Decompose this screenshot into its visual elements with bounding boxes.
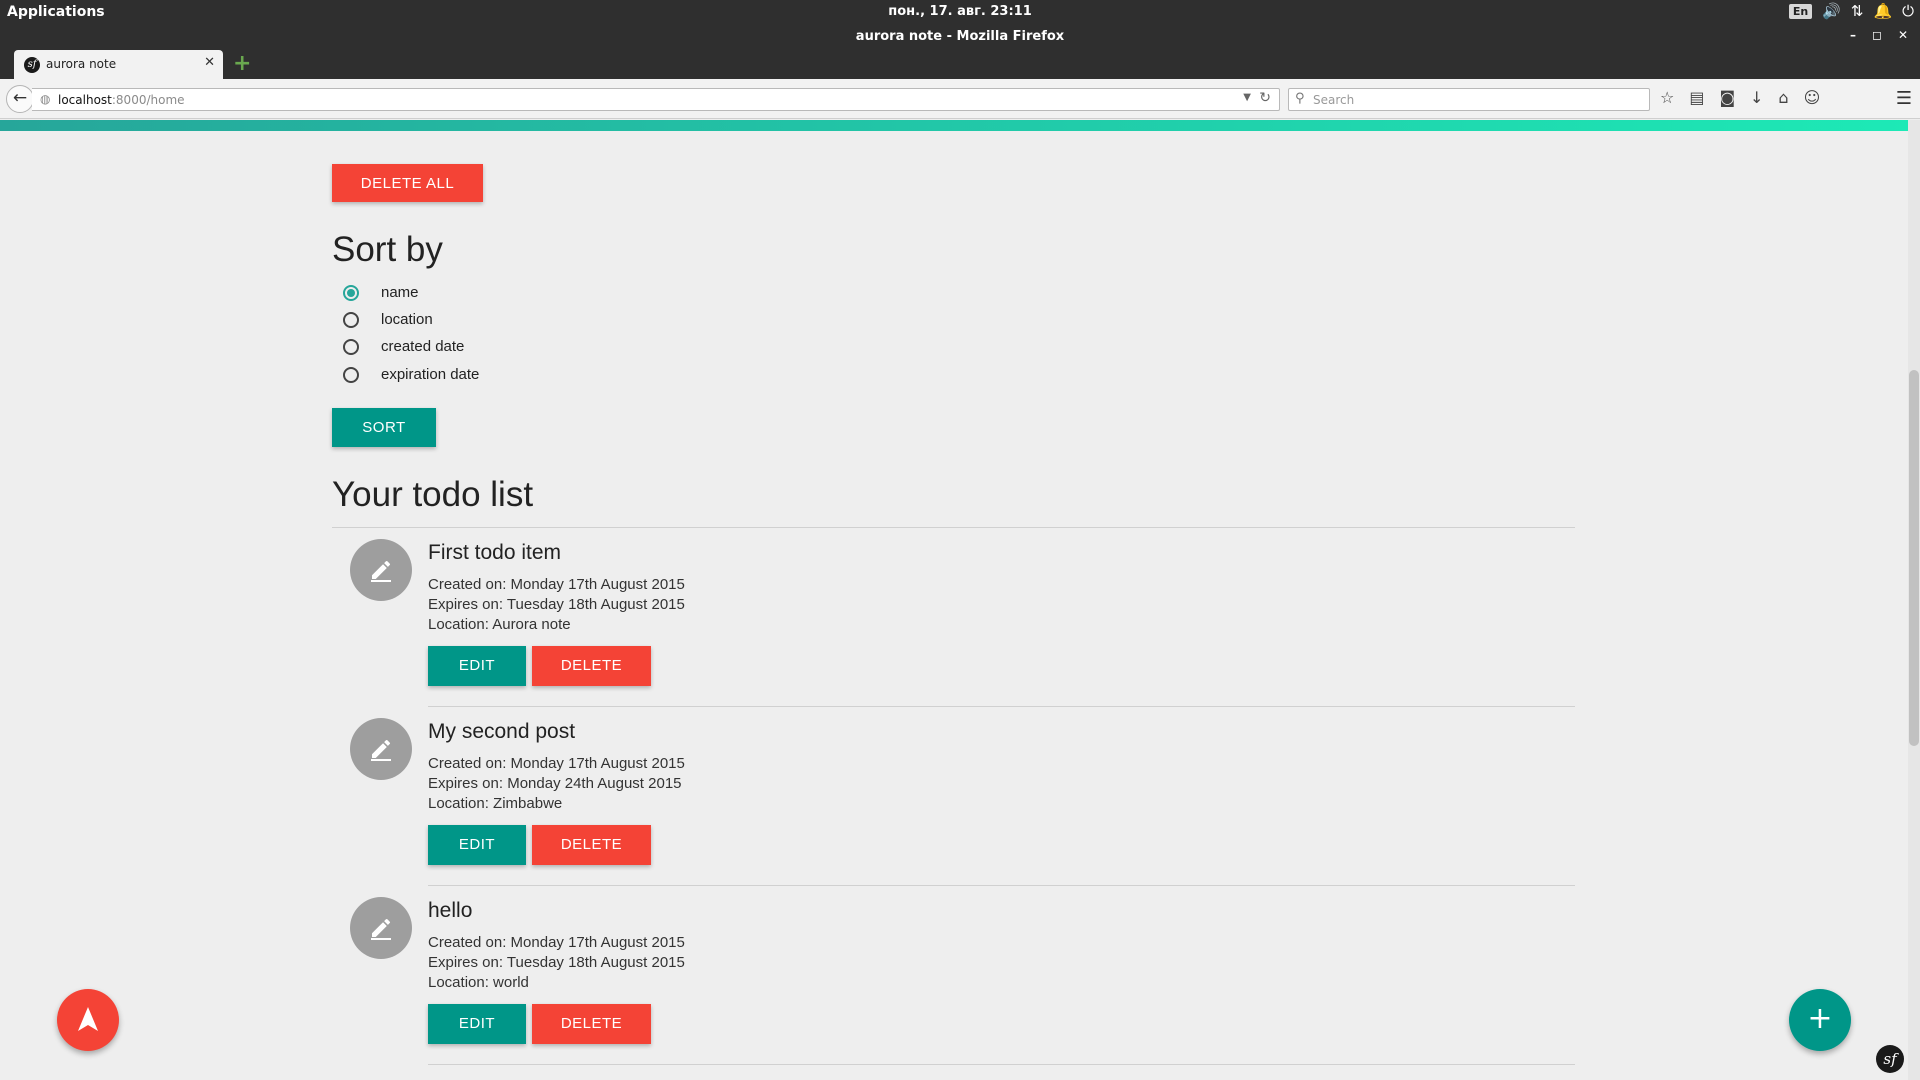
- navigation-toolbar: ← ◍ localhost:8000/home ▼ ↻ ⚲ Search ☆ ▤…: [0, 79, 1920, 119]
- todo-item: My second post Created on: Monday 17th A…: [332, 718, 1575, 898]
- divider: [332, 527, 1575, 528]
- network-icon[interactable]: ⇅: [1851, 2, 1864, 20]
- symfony-favicon-icon: sf: [24, 57, 40, 73]
- sort-option-label: created date: [381, 338, 465, 355]
- downloads-icon[interactable]: ↓: [1750, 88, 1763, 107]
- pencil-icon: [371, 739, 391, 761]
- bookmarks-menu-icon[interactable]: ▤: [1689, 88, 1704, 107]
- search-box[interactable]: ⚲ Search: [1288, 88, 1650, 111]
- todo-item: First todo item Created on: Monday 17th …: [332, 539, 1575, 719]
- home-icon[interactable]: ⌂: [1778, 88, 1788, 107]
- maximize-icon[interactable]: ◻: [1872, 28, 1882, 42]
- divider: [428, 706, 1575, 707]
- tab-close-icon[interactable]: ✕: [204, 55, 215, 70]
- system-clock[interactable]: пон., 17. авг. 23:11: [0, 4, 1920, 19]
- todo-expires: Expires on: Monday 24th August 2015: [428, 775, 682, 792]
- edit-button[interactable]: EDIT: [428, 646, 526, 686]
- todo-title: hello: [428, 899, 473, 922]
- page-top-accent-bar: [0, 120, 1908, 131]
- window-title: aurora note - Mozilla Firefox: [855, 29, 1065, 44]
- search-placeholder: Search: [1313, 93, 1355, 107]
- radio-unchecked-icon[interactable]: [343, 312, 359, 328]
- tab-title: aurora note: [46, 57, 117, 71]
- radio-unchecked-icon[interactable]: [343, 367, 359, 383]
- pencil-avatar-icon: [350, 718, 412, 780]
- divider: [428, 1064, 1575, 1065]
- pencil-icon: [371, 918, 391, 940]
- reload-icon[interactable]: ↻: [1259, 90, 1271, 106]
- todo-created: Created on: Monday 17th August 2015: [428, 755, 685, 772]
- sort-button[interactable]: SORT: [332, 408, 436, 447]
- pencil-avatar-icon: [350, 539, 412, 601]
- add-todo-button[interactable]: +: [1789, 989, 1851, 1051]
- sort-option-label: name: [381, 284, 419, 301]
- window-controls: – ◻ ✕: [1850, 28, 1908, 42]
- toolbar-icons: ☆ ▤ ◙ ↓ ⌂ ☺: [1660, 88, 1820, 107]
- keyboard-layout-indicator[interactable]: En: [1788, 3, 1813, 19]
- delete-all-button[interactable]: DELETE ALL: [332, 164, 483, 202]
- site-info-icon[interactable]: ◍: [40, 92, 50, 106]
- window-titlebar: aurora note - Mozilla Firefox – ◻ ✕: [0, 25, 1920, 49]
- url-path: :8000/home: [111, 93, 185, 107]
- system-top-panel: Applications пон., 17. авг. 23:11 En 🔊 ⇅…: [0, 0, 1920, 25]
- pencil-icon: [371, 560, 391, 582]
- url-history-dropdown-icon[interactable]: ▼: [1243, 92, 1251, 103]
- pocket-icon[interactable]: ◙: [1719, 88, 1735, 107]
- radio-unchecked-icon[interactable]: [343, 339, 359, 355]
- delete-button[interactable]: DELETE: [532, 1004, 651, 1044]
- volume-icon[interactable]: 🔊: [1822, 2, 1841, 20]
- todo-location: Location: Aurora note: [428, 616, 571, 633]
- tab-strip: sf aurora note ✕ +: [0, 49, 1920, 79]
- delete-button[interactable]: DELETE: [532, 825, 651, 865]
- sort-heading: Sort by: [332, 230, 443, 269]
- todo-location: Location: world: [428, 974, 529, 991]
- todo-created: Created on: Monday 17th August 2015: [428, 576, 685, 593]
- hello-chat-icon[interactable]: ☺: [1804, 88, 1821, 107]
- minimize-icon[interactable]: –: [1850, 28, 1856, 42]
- todo-created: Created on: Monday 17th August 2015: [428, 934, 685, 951]
- symfony-toolbar-logo-icon[interactable]: sf: [1876, 1045, 1904, 1073]
- todo-list-heading: Your todo list: [332, 475, 534, 514]
- edit-button[interactable]: EDIT: [428, 825, 526, 865]
- navigation-arrow-icon: [78, 1007, 98, 1031]
- new-tab-plus-icon[interactable]: +: [233, 51, 251, 76]
- url-text: localhost:8000/home: [58, 93, 185, 107]
- todo-expires: Expires on: Tuesday 18th August 2015: [428, 954, 685, 971]
- divider: [428, 885, 1575, 886]
- pencil-avatar-icon: [350, 897, 412, 959]
- sort-option-label: location: [381, 311, 433, 328]
- page-scrollbar-thumb[interactable]: [1909, 370, 1919, 746]
- close-icon[interactable]: ✕: [1898, 28, 1908, 42]
- todo-location: Location: Zimbabwe: [428, 795, 563, 812]
- todo-expires: Expires on: Tuesday 18th August 2015: [428, 596, 685, 613]
- todo-title: First todo item: [428, 541, 562, 564]
- navigate-arrow-button[interactable]: [57, 989, 119, 1051]
- sort-option-label: expiration date: [381, 366, 480, 383]
- power-icon[interactable]: ⏻: [1902, 2, 1914, 20]
- todo-title: My second post: [428, 720, 576, 743]
- bookmark-star-icon[interactable]: ☆: [1660, 88, 1674, 107]
- url-bar[interactable]: ◍ localhost:8000/home ▼ ↻: [32, 88, 1280, 111]
- search-icon: ⚲: [1295, 91, 1305, 106]
- browser-tab[interactable]: sf aurora note ✕: [14, 50, 223, 79]
- menu-hamburger-icon[interactable]: ☰: [1896, 88, 1912, 109]
- url-host: localhost: [58, 93, 112, 107]
- system-tray: En 🔊 ⇅ 🔔 ⏻: [1788, 2, 1914, 20]
- delete-button[interactable]: DELETE: [532, 646, 651, 686]
- todo-item: hello Created on: Monday 17th August 201…: [332, 897, 1575, 1077]
- notification-icon[interactable]: 🔔: [1873, 2, 1892, 20]
- radio-checked-icon[interactable]: [343, 285, 359, 301]
- edit-button[interactable]: EDIT: [428, 1004, 526, 1044]
- back-arrow-icon[interactable]: ←: [6, 85, 34, 113]
